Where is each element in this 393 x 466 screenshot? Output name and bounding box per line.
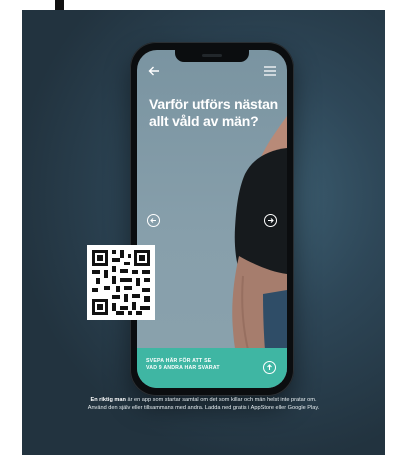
arrow-left-icon[interactable]: [147, 64, 161, 78]
cta-line-2: VAD 9 ANDRA HAR SVARAT: [146, 365, 220, 371]
caption-line-1-text: är en app som startar samtal om det som …: [125, 397, 317, 403]
caption-line-2: Använd den själv eller tillsammans med a…: [87, 405, 320, 411]
poster: Varför utförs nästan allt våld av män? S…: [22, 10, 385, 455]
caption-brand: En riktig man: [90, 397, 126, 403]
headline-line-2: allt våld av män?: [149, 113, 259, 129]
cta-text: SVEPA HÄR FÖR ATT SE VAD 9 ANDRA HAR SVA…: [146, 358, 246, 372]
hamburger-menu-icon[interactable]: [263, 65, 277, 77]
question-headline: Varför utförs nästan allt våld av män?: [149, 96, 287, 130]
phone-mockup: Varför utförs nästan allt våld av män? S…: [130, 42, 294, 396]
cta-line-1: SVEPA HÄR FÖR ATT SE: [146, 358, 212, 364]
caption: En riktig man är en app som startar samt…: [36, 396, 371, 412]
circle-arrow-up-icon: [267, 364, 272, 370]
caption-line-1: En riktig man är en app som startar samt…: [36, 396, 371, 404]
next-button[interactable]: [264, 214, 277, 227]
corner-mark: [55, 0, 64, 10]
circle-arrow-right-icon: [268, 218, 274, 223]
circle-arrow-left-icon: [150, 218, 156, 223]
qr-code[interactable]: [87, 245, 155, 320]
previous-button[interactable]: [147, 214, 160, 227]
swipe-cta-bar[interactable]: SVEPA HÄR FÖR ATT SE VAD 9 ANDRA HAR SVA…: [137, 348, 287, 388]
phone-notch: [175, 50, 249, 62]
headline-line-1: Varför utförs nästan: [149, 96, 279, 112]
phone-screen: Varför utförs nästan allt våld av män? S…: [137, 50, 287, 388]
cta-arrow-button[interactable]: [263, 361, 276, 374]
